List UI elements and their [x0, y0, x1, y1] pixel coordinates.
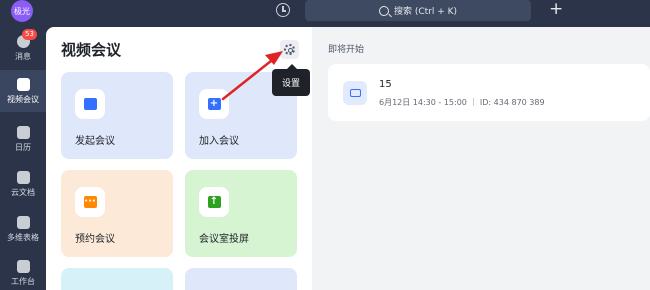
sidebar-item-label: 视频会议: [7, 94, 39, 104]
start-meeting-card[interactable]: 发起会议: [61, 72, 173, 159]
settings-button[interactable]: [280, 40, 299, 59]
sidebar: 53 消息 视频会议 日历 云文档 多维表格 工作台: [0, 27, 46, 290]
document-icon: [16, 170, 30, 184]
grid-icon: [16, 259, 30, 273]
card-label: 预约会议: [75, 234, 115, 245]
meeting-title: 15: [379, 79, 392, 90]
sidebar-item-label: 日历: [15, 142, 31, 152]
gear-icon: [284, 44, 295, 55]
sidebar-item-base[interactable]: 多维表格: [0, 208, 46, 250]
sidebar-item-calendar[interactable]: 日历: [0, 118, 46, 160]
sidebar-item-label: 消息: [15, 51, 31, 61]
settings-tooltip: 设置: [272, 64, 310, 96]
sidebar-item-label: 工作台: [11, 276, 35, 286]
meeting-id: ID: 434 870 389: [479, 98, 545, 107]
card-label: 加入会议: [199, 136, 239, 147]
partial-card[interactable]: [185, 268, 297, 290]
sidebar-item-label: 云文档: [11, 187, 35, 197]
screen-share-icon: ↑: [207, 196, 221, 208]
sidebar-item-docs[interactable]: 云文档: [0, 163, 46, 205]
section-heading: 即将开始: [328, 45, 365, 55]
plus-icon: +: [207, 98, 221, 110]
page-title: 视频会议: [61, 41, 122, 59]
camera-icon: [349, 89, 361, 97]
calendar-icon: [16, 125, 30, 139]
history-icon[interactable]: [276, 3, 290, 17]
join-meeting-icon-tile: +: [199, 89, 229, 119]
video-icon: [16, 77, 30, 91]
meeting-details: 6月12日 14:30 - 15:00 ID: 434 870 389: [379, 97, 545, 108]
divider: [472, 98, 474, 106]
screen-share-icon-tile: ↑: [199, 187, 229, 217]
partial-card[interactable]: [61, 268, 173, 290]
sidebar-item-video-meeting[interactable]: 视频会议: [0, 70, 46, 112]
video-camera-icon: [83, 98, 97, 110]
card-label: 发起会议: [75, 136, 115, 147]
meeting-time: 6月12日 14:30 - 15:00: [379, 98, 467, 107]
upcoming-panel: 即将开始 15 6月12日 14:30 - 15:00 ID: 434 870 3…: [312, 27, 650, 290]
sidebar-item-workplace[interactable]: 工作台: [0, 252, 46, 290]
sidebar-item-messages[interactable]: 53 消息: [0, 27, 46, 69]
search-icon: [378, 5, 389, 16]
search-input[interactable]: 搜索 (Ctrl + K): [305, 0, 531, 21]
top-bar: 极光 搜索 (Ctrl + K) +: [0, 0, 650, 27]
unread-badge: 53: [22, 29, 37, 40]
sidebar-item-label: 多维表格: [7, 232, 39, 242]
card-label: 会议室投屏: [199, 234, 249, 245]
table-icon: [16, 215, 30, 229]
schedule-meeting-icon-tile: ···: [75, 187, 105, 217]
calendar-icon: ···: [83, 196, 97, 208]
meeting-actions-panel: 视频会议 发起会议 + 加入会议 ··· 预约会议 ↑ 会议室投屏: [46, 27, 312, 290]
avatar[interactable]: 极光: [11, 0, 33, 22]
room-screen-share-card[interactable]: ↑ 会议室投屏: [185, 170, 297, 257]
meeting-item[interactable]: 15 6月12日 14:30 - 15:00 ID: 434 870 389: [328, 64, 650, 121]
schedule-meeting-card[interactable]: ··· 预约会议: [61, 170, 173, 257]
meeting-icon-tile: [343, 81, 367, 105]
search-placeholder: 搜索 (Ctrl + K): [393, 7, 458, 17]
start-meeting-icon-tile: [75, 89, 105, 119]
add-icon[interactable]: +: [549, 1, 563, 18]
